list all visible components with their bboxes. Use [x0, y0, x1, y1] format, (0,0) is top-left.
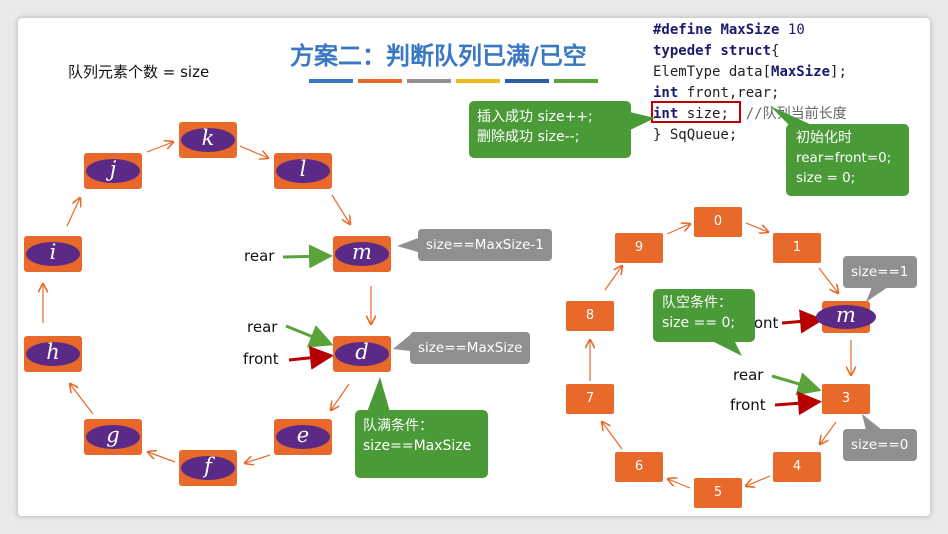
node-label: m	[836, 303, 856, 327]
code-data-end: ];	[830, 64, 847, 80]
node-label: e	[296, 423, 310, 447]
code-int-1: int	[653, 85, 679, 101]
queue-slot-6: 6	[615, 452, 663, 482]
node-label: j	[109, 157, 117, 181]
title-bar-2	[358, 79, 402, 83]
init-box: 初始化时 rear=front=0; size = 0;	[786, 124, 909, 196]
title-bar-6	[554, 79, 598, 83]
queue-node-f: f	[179, 450, 237, 486]
queue-node-h: h	[24, 336, 82, 372]
node-label: m	[352, 240, 372, 264]
title-bar-5	[505, 79, 549, 83]
rear-label-3: rear	[733, 366, 764, 384]
code-front-rear: front,rear;	[678, 85, 780, 101]
callout-size-maxsize: size==MaxSize	[410, 332, 531, 364]
code-elemtype: ElemType data[	[653, 64, 772, 80]
node-label: h	[46, 340, 60, 364]
queue-slot-7: 7	[566, 384, 614, 414]
init-line3: size = 0;	[796, 170, 856, 186]
queue-slot-8: 8	[566, 301, 614, 331]
init-line2: rear=front=0;	[796, 150, 892, 166]
subtitle: 队列元素个数 = size	[68, 63, 210, 81]
queue-slot-5: 5	[694, 478, 742, 508]
queue-node-d: d	[333, 336, 391, 372]
node-label: f	[204, 454, 212, 478]
empty-condition-text: size == 0;	[662, 315, 736, 331]
queue-slot-0: 0	[694, 207, 742, 237]
full-condition-title: 队满条件：	[363, 418, 433, 434]
code-comment: //队列当前长度	[728, 106, 847, 122]
rear-label-d: rear	[247, 318, 278, 336]
code-highlight-box	[651, 101, 741, 123]
init-title: 初始化时	[796, 130, 852, 146]
empty-condition-title: 队空条件：	[662, 295, 732, 311]
node-label: i	[49, 240, 57, 264]
queue-node-l: l	[274, 153, 332, 189]
front-label-3: front	[730, 396, 766, 414]
title-bar-3	[407, 79, 451, 83]
queue-node-j: j	[84, 153, 142, 189]
queue-slot-1: 1	[773, 233, 821, 263]
code-struct-end: } SqQueue;	[653, 127, 738, 143]
code-macro: MaxSize	[720, 22, 780, 38]
queue-node-e: e	[274, 419, 332, 455]
node-label: l	[299, 157, 307, 181]
empty-condition-box: 队空条件： size == 0;	[653, 289, 755, 342]
insert-text: 插入成功 size++;	[477, 109, 593, 125]
page-title: 方案二：判断队列已满/已空	[290, 42, 587, 70]
front-label-d: front	[243, 350, 279, 368]
code-define: #define	[653, 22, 713, 38]
code-maxsize: MaxSize	[771, 64, 831, 80]
node-label: g	[106, 423, 120, 447]
queue-node-m: m	[333, 236, 391, 272]
queue-slot-4: 4	[773, 452, 821, 482]
rear-label-m: rear	[244, 247, 275, 265]
callout-size-0: size==0	[843, 429, 917, 461]
queue-slot-3: 3	[822, 384, 870, 414]
full-condition-box: 队满条件： size==MaxSize	[355, 410, 488, 478]
queue-node-k: k	[179, 122, 237, 158]
title-bar-4	[456, 79, 500, 83]
insert-delete-box: 插入成功 size++; 删除成功 size--;	[469, 101, 631, 158]
code-typedef: typedef struct	[653, 43, 772, 59]
callout-size-maxsize-minus-1: size==MaxSize-1	[418, 229, 552, 261]
node-label: k	[201, 126, 215, 150]
queue-slot-9: 9	[615, 233, 663, 263]
title-bar-1	[309, 79, 353, 83]
full-condition-text: size==MaxSize	[363, 438, 472, 454]
node-label: d	[355, 340, 369, 364]
code-brace-open: {	[771, 43, 780, 59]
queue-node-g: g	[84, 419, 142, 455]
delete-text: 删除成功 size--;	[477, 129, 580, 145]
code-num: 10	[787, 22, 805, 38]
queue-slot-2-m: m	[816, 301, 876, 333]
queue-node-i: i	[24, 236, 82, 272]
callout-size-1: size==1	[843, 256, 917, 288]
